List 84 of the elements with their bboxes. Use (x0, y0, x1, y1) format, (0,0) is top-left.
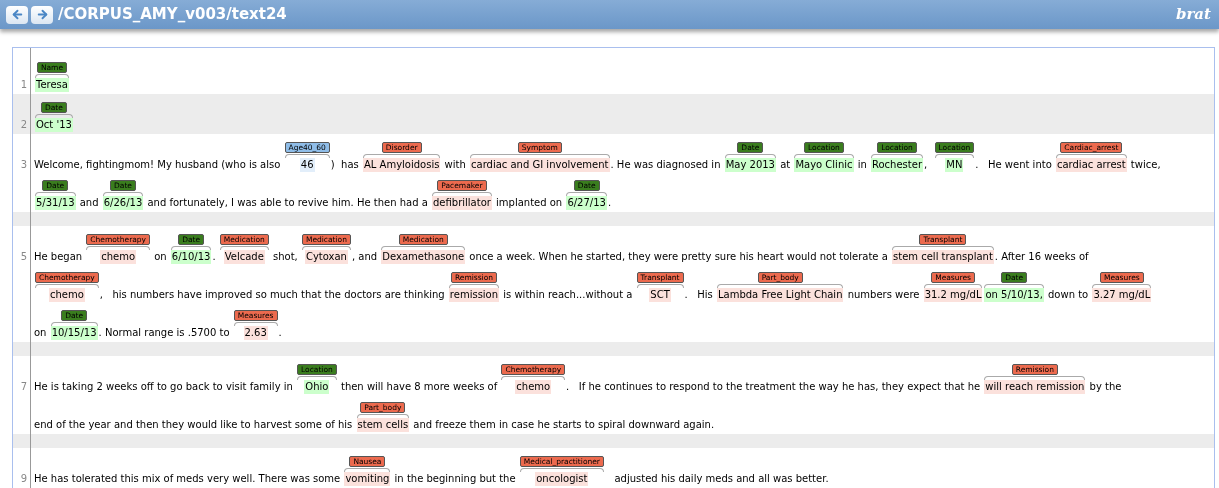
sentence-text: once a week. When he started, they were pretty sure his heart would not tolerate a (468, 250, 889, 264)
annotated-text[interactable]: remission (448, 288, 500, 302)
sentence-text: , and (351, 250, 379, 264)
sentence-text: with (443, 158, 467, 172)
forward-icon (35, 8, 49, 21)
annotated-text[interactable]: 2.63 (243, 326, 268, 340)
sentence-text: . (278, 326, 282, 340)
annotated-text[interactable]: oncologist (535, 472, 589, 486)
sentence-text: . His (684, 288, 714, 302)
sentence-text: He is taking 2 weeks off to go back to visit family in (34, 380, 294, 394)
sentence-text: at (779, 158, 792, 172)
annotated-text[interactable]: Ohio (304, 380, 330, 394)
annotated-text[interactable]: 6/27/13 (566, 196, 607, 210)
app-logo: brat (1175, 4, 1211, 26)
sentence-text: , his numbers have improved so much that the doctors are thinking (99, 288, 446, 302)
annotated-text[interactable]: chemo (100, 250, 137, 264)
annotated-text[interactable]: Rochester (871, 158, 923, 172)
annotated-text[interactable]: cardiac and GI involvement (470, 158, 610, 172)
sentence-text: He began (34, 250, 84, 264)
annotated-text[interactable]: Lambda Free Light Chain (716, 288, 844, 302)
sentence-text: twice, (1129, 158, 1161, 172)
forward-button[interactable] (31, 5, 53, 24)
annotated-text[interactable]: SCT (649, 288, 671, 302)
annotated-text[interactable]: Oct '13 (35, 118, 73, 132)
sentence-text: in the beginning but the (393, 472, 517, 486)
annotated-text[interactable]: AL Amyloidosis (363, 158, 441, 172)
sentence-text: , (924, 158, 929, 172)
annotated-text[interactable]: May 2013 (724, 158, 776, 172)
annotated-text[interactable]: on 5/10/13, (984, 288, 1044, 302)
line-number: 9 (20, 472, 27, 486)
sentence-text: adjusted his daily meds and all was better. (613, 472, 829, 486)
line-number: 1 (20, 78, 27, 92)
annotated-text[interactable]: chemo (48, 288, 85, 302)
annotated-text[interactable]: Mayo Clinic (794, 158, 854, 172)
sentence-text: implanted on (495, 196, 564, 210)
sentence-text: . Normal range is .5700 to (98, 326, 231, 340)
sentence-text: and fortunately, I was able to revive him. He then had a (146, 196, 429, 210)
annotated-text[interactable]: 46 (299, 158, 315, 172)
sentence-text: . (212, 250, 217, 264)
back-icon (10, 8, 24, 21)
annotated-text[interactable]: chemo (515, 380, 552, 394)
annotated-text[interactable]: stem cells (356, 418, 410, 432)
annotated-text[interactable]: vomiting (344, 472, 391, 486)
sentence-text: in (856, 158, 868, 172)
sentence-text: Welcome, fightingmom! My husband (who is also (34, 158, 282, 172)
line-number: 2 (20, 118, 27, 132)
line-number: 3 (20, 158, 27, 172)
sentence-text: and freeze them in case he starts to spiral downward again. (412, 418, 715, 432)
annotated-text[interactable]: Teresa (35, 78, 69, 92)
sentence-text: and (78, 196, 100, 210)
sentence-text: He has tolerated this mix of meds very well. There was some (34, 472, 342, 486)
annotated-text[interactable]: Velcade (223, 250, 265, 264)
sentence-text: by the (1088, 380, 1122, 394)
annotated-text[interactable]: stem cell transplant (892, 250, 994, 264)
line-number: 5 (20, 250, 27, 264)
document-title: /CORPUS_AMY_v003/text24 (58, 4, 287, 26)
sentence-text: on (34, 326, 48, 340)
annotated-text[interactable]: 10/15/13 (50, 326, 98, 340)
sentence-text: numbers were (846, 288, 921, 302)
annotated-text[interactable]: Cytoxan (304, 250, 348, 264)
sentence-text: on (153, 250, 168, 264)
sentence-text: then will have 8 more weeks of (339, 380, 499, 394)
sentence-text: down to (1047, 288, 1090, 302)
sentence-text: . After 16 weeks of (994, 250, 1089, 264)
annotated-text[interactable]: MN (945, 158, 964, 172)
sentence-text: . (607, 196, 612, 210)
sentence-text: . He was diagnosed in (610, 158, 722, 172)
annotated-text[interactable]: defibrillator (432, 196, 492, 210)
sentence-text: . If he continues to respond to the treatment the way he has, they expect that he (566, 380, 982, 394)
annotated-text[interactable]: 6/26/13 (102, 196, 144, 210)
annotated-text[interactable]: will reach remission (984, 380, 1086, 394)
sentence-text: . He went into (975, 158, 1053, 172)
annotated-text[interactable]: 5/31/13 (35, 196, 76, 210)
line-number: 7 (20, 380, 27, 394)
annotated-text[interactable]: cardiac arrest (1055, 158, 1127, 172)
annotated-text[interactable]: 31.2 mg/dL (923, 288, 983, 302)
annotated-text[interactable]: 3.27 mg/dL (1092, 288, 1152, 302)
annotated-text[interactable]: 6/10/13 (170, 250, 212, 264)
sentence-text: shot, (271, 250, 299, 264)
sentence-text: is within reach...without a (502, 288, 634, 302)
annotated-text[interactable]: Dexamethasone (381, 250, 466, 264)
sentence-text: end of the year and then they would like to harvest some of his (34, 418, 354, 432)
back-button[interactable] (6, 5, 28, 24)
sentence-text: ) has (330, 158, 360, 172)
